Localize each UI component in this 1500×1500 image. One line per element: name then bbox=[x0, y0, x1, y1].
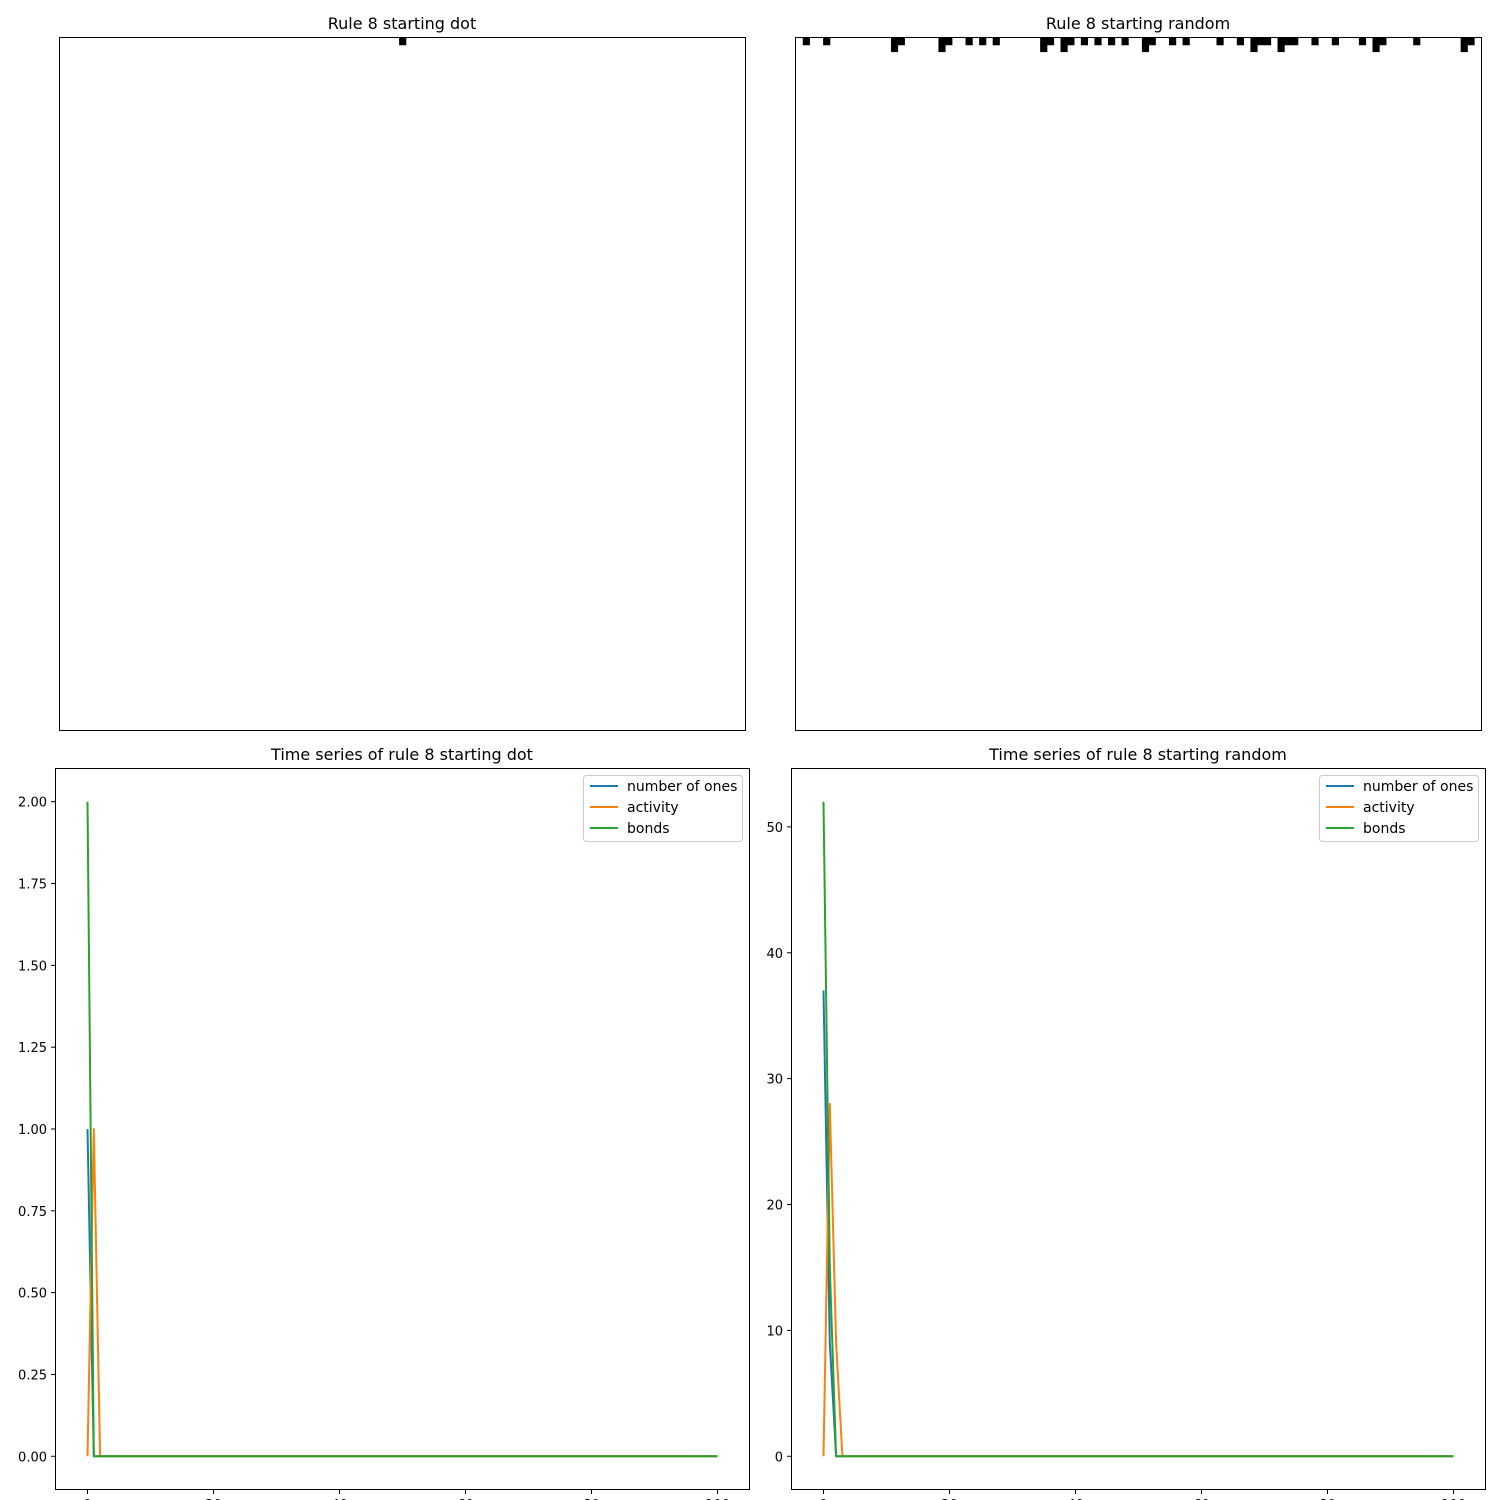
ca-cell bbox=[979, 38, 987, 46]
figure: Rule 8 starting dot Rule 8 starting rand… bbox=[0, 0, 1500, 1500]
ca-cell bbox=[1379, 38, 1387, 46]
y-tick-label: 20 bbox=[766, 1199, 783, 1214]
ca-cell bbox=[1094, 38, 1102, 46]
legend-label: number of ones bbox=[1363, 779, 1473, 795]
ca-cell bbox=[1331, 38, 1339, 46]
ca-cell bbox=[1040, 44, 1048, 53]
ca-cell bbox=[1060, 38, 1068, 46]
ca-cell bbox=[1236, 38, 1245, 46]
ca-cell bbox=[938, 44, 946, 53]
y-tick-label: 0.50 bbox=[18, 1287, 47, 1302]
ca-cell bbox=[1067, 38, 1075, 46]
ca-cell bbox=[1141, 38, 1150, 46]
y-tick-label: 0.25 bbox=[18, 1368, 47, 1383]
ca-cell bbox=[890, 38, 899, 46]
ca-cell bbox=[823, 38, 831, 46]
legend-label: number of ones bbox=[627, 779, 737, 795]
ca-cell bbox=[1046, 38, 1055, 46]
ca-cell bbox=[1284, 38, 1292, 46]
ca-cell bbox=[992, 38, 1000, 46]
ca-cell bbox=[1311, 38, 1319, 46]
ca-cell bbox=[965, 38, 973, 46]
ca-cell bbox=[1257, 38, 1265, 46]
ca-cell bbox=[1250, 44, 1258, 53]
ca-cell bbox=[1460, 38, 1468, 46]
y-tick-label: 0.75 bbox=[18, 1205, 47, 1220]
ca-cell bbox=[802, 38, 810, 46]
y-tick-label: 50 bbox=[766, 821, 783, 836]
ca-cell bbox=[1080, 38, 1089, 46]
y-tick-label: 1.25 bbox=[18, 1041, 47, 1056]
ca-cell bbox=[1291, 38, 1299, 46]
cell-layer bbox=[399, 38, 407, 46]
ca-cell bbox=[1121, 38, 1129, 46]
chart-title: Rule 8 starting dot bbox=[328, 14, 477, 33]
ca-cell bbox=[1182, 38, 1190, 46]
y-tick-label: 1.00 bbox=[18, 1123, 47, 1138]
ca-cell bbox=[1250, 38, 1258, 46]
legend-label: activity bbox=[1363, 800, 1415, 816]
ca-cell bbox=[1460, 44, 1468, 53]
y-tick-label: 40 bbox=[766, 947, 783, 962]
ca-cell bbox=[1060, 44, 1068, 53]
ca-cell bbox=[1169, 38, 1177, 46]
ca-cell bbox=[1358, 38, 1367, 46]
ca-cell bbox=[1372, 44, 1380, 53]
y-tick-label: 1.75 bbox=[18, 878, 47, 893]
legend: number of ones activity bonds bbox=[1319, 775, 1479, 842]
ca-cell bbox=[1372, 38, 1380, 46]
y-tick-label: 0 bbox=[775, 1450, 783, 1465]
chart-title: Time series of rule 8 starting random bbox=[988, 745, 1287, 764]
ca-cell bbox=[1216, 38, 1224, 46]
legend-label: bonds bbox=[1363, 821, 1406, 837]
ca-cell bbox=[945, 38, 953, 46]
chart-title: Rule 8 starting random bbox=[1046, 14, 1230, 33]
ca-cell bbox=[1107, 38, 1116, 46]
ca-cell bbox=[890, 44, 899, 53]
ca-cell bbox=[1413, 38, 1421, 46]
ca-cell bbox=[897, 38, 905, 46]
ca-cell bbox=[1141, 44, 1150, 53]
y-tick-label: 30 bbox=[766, 1073, 783, 1088]
y-tick-label: 0.00 bbox=[18, 1450, 47, 1465]
y-tick-label: 2.00 bbox=[18, 796, 47, 811]
y-tick-label: 1.50 bbox=[18, 959, 47, 974]
ca-cell bbox=[1277, 44, 1285, 53]
ca-cell bbox=[1277, 38, 1285, 46]
ca-cell bbox=[399, 38, 407, 46]
y-tick-label: 10 bbox=[766, 1324, 783, 1339]
ca-cell bbox=[1148, 38, 1156, 46]
ca-cell bbox=[1467, 38, 1475, 46]
legend: number of ones activity bonds bbox=[583, 775, 743, 842]
legend-label: activity bbox=[627, 800, 679, 816]
ca-cell bbox=[938, 38, 946, 46]
ca-cell bbox=[1040, 38, 1048, 46]
ca-cell bbox=[1263, 38, 1272, 46]
chart-title: Time series of rule 8 starting dot bbox=[270, 745, 533, 764]
legend-label: bonds bbox=[627, 821, 670, 837]
